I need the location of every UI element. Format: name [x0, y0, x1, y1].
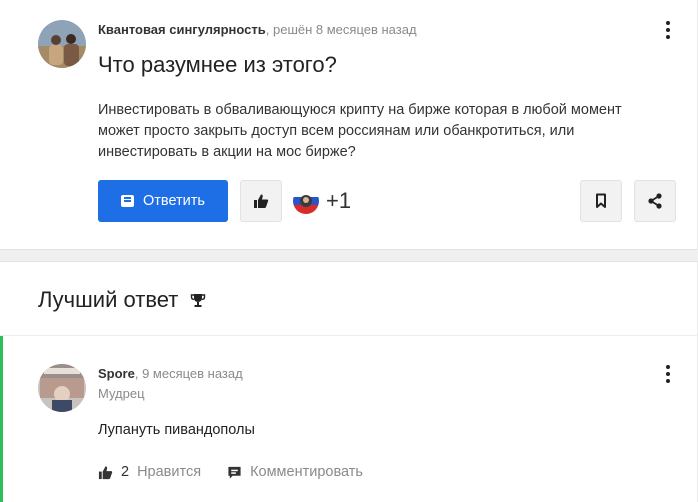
answer-time: , 9 месяцев назад [134, 366, 243, 381]
answer-author-name[interactable]: Spore [98, 366, 135, 381]
question-title: Что разумнее из этого? [98, 52, 337, 77]
answer-like-count: 2 [121, 464, 130, 480]
question-votes-count: +1 [326, 188, 352, 213]
best-answer-divider [0, 335, 698, 336]
share-button[interactable] [634, 180, 676, 222]
section-divider [0, 249, 698, 262]
bookmark-button[interactable] [580, 180, 622, 222]
best-answer-header: Лучший ответ [38, 287, 206, 313]
voter-avatar[interactable] [293, 188, 319, 214]
answer-button[interactable]: Ответить [98, 180, 228, 222]
comment-icon [228, 466, 241, 479]
bookmark-icon [596, 193, 606, 208]
chat-icon [121, 195, 134, 207]
question-meta: Квантовая сингулярность, решён 8 месяцев… [98, 22, 417, 37]
trophy-icon [191, 294, 206, 307]
question-status-time: , решён 8 месяцев назад [265, 22, 417, 37]
answer-author-rank: Мудрец [98, 386, 145, 401]
answer-author-avatar[interactable] [38, 364, 86, 412]
question-like-button[interactable] [240, 180, 282, 222]
answer-more-icon[interactable] [660, 363, 676, 385]
answer-meta: Spore, 9 месяцев назад [98, 366, 243, 381]
question-author-avatar[interactable] [38, 20, 86, 68]
question-more-icon[interactable] [660, 19, 676, 41]
best-answer-marker [0, 336, 3, 502]
answer-actions: 2 Нравится Комментировать [98, 462, 363, 482]
answer-text: Лупануть пивандополы [98, 422, 255, 438]
question-author-name[interactable]: Квантовая сингулярность [98, 22, 266, 37]
answer-like-button[interactable]: 2 Нравится [98, 464, 201, 480]
comment-button-label: Комментировать [250, 464, 363, 480]
answer-button-label: Ответить [143, 193, 205, 209]
answer-like-label: Нравится [137, 464, 202, 480]
question-body: Инвестировать в обваливающуюся крипту на… [98, 102, 622, 160]
thumbs-up-icon [254, 194, 269, 208]
comment-button[interactable]: Комментировать [227, 464, 363, 480]
best-answer-heading: Лучший ответ [38, 287, 179, 312]
thumbs-up-icon [98, 465, 113, 479]
share-icon [648, 193, 662, 209]
